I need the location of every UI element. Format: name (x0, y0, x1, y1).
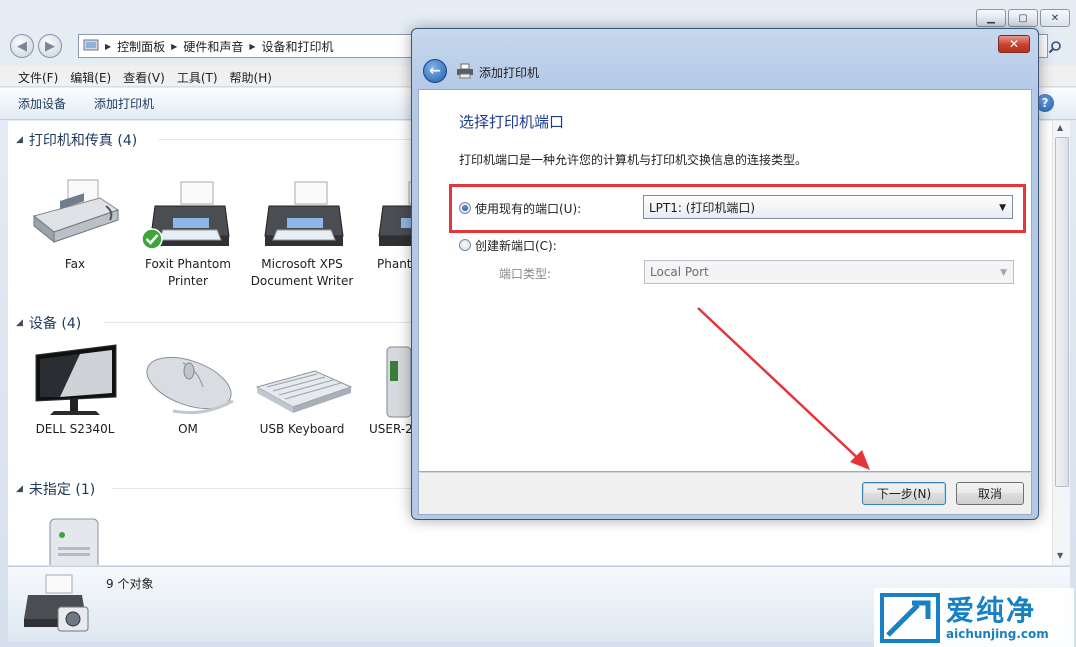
port-type-value: Local Port (650, 265, 709, 279)
red-arrow-annotation (697, 307, 870, 470)
menu-help[interactable]: 帮助(H) (224, 66, 278, 86)
dialog-title: 添加打印机 (479, 66, 540, 80)
maximize-button[interactable]: ▢ (1008, 9, 1038, 27)
device-item-phantom-ev[interactable]: Phanto to Ev (361, 176, 411, 273)
server-icon (20, 513, 130, 565)
breadcrumb-hardware-sound[interactable]: 硬件和声音 (183, 38, 243, 55)
create-new-port-radio[interactable] (459, 239, 471, 251)
watermark: 爱纯净 aichunjing.com (874, 588, 1074, 647)
existing-port-select[interactable]: LPT1: (打印机端口) ▼ (643, 195, 1013, 219)
menu-tools[interactable]: 工具(T) (171, 66, 224, 86)
device-item-dell-monitor[interactable]: DELL S2340L (20, 341, 130, 438)
menu-file[interactable]: 文件(F) (12, 66, 64, 86)
device-label: Foxit Phantom Printer (145, 257, 231, 288)
printer-icon (361, 176, 411, 256)
group-header-unspecified[interactable]: ◢ 未指定 (1) (16, 479, 95, 499)
device-label: USB Keyboard (259, 422, 345, 436)
control-panel-icon (83, 38, 99, 55)
collapse-triangle-icon: ◢ (16, 484, 23, 494)
mouse-icon (133, 341, 243, 421)
group-header-printers[interactable]: ◢ 打印机和传真 (4) (16, 130, 137, 150)
watermark-url: aichunjing.com (946, 626, 1049, 641)
breadcrumb-control-panel[interactable]: 控制面板 (117, 38, 165, 55)
group-divider (112, 488, 418, 489)
next-button[interactable]: 下一步(N) (862, 482, 946, 505)
printer-icon (133, 176, 243, 256)
chevron-down-icon: ▼ (1000, 268, 1007, 278)
add-printer-button[interactable]: 添加打印机 (94, 95, 154, 112)
device-item-usb-keyboard[interactable]: USB Keyboard (247, 341, 357, 438)
search-icon[interactable] (1044, 36, 1066, 58)
breadcrumb-separator: ▶ (105, 41, 112, 51)
scroll-up-arrow-icon[interactable]: ▲ (1057, 123, 1063, 132)
add-device-button[interactable]: 添加设备 (18, 95, 66, 112)
group-divider (104, 322, 418, 323)
create-new-port-label[interactable]: 创建新端口(C): (475, 237, 557, 254)
device-label: OM (178, 422, 198, 436)
devices-printers-icon (20, 571, 92, 637)
breadcrumb-devices-printers[interactable]: 设备和打印机 (262, 38, 334, 55)
back-arrow-icon[interactable]: ← (423, 59, 447, 83)
keyboard-icon (247, 341, 357, 421)
collapse-triangle-icon: ◢ (16, 318, 23, 328)
device-item-user-pc[interactable]: USER-2 (361, 341, 411, 438)
close-button[interactable]: ✕ (1040, 9, 1070, 27)
forward-button[interactable]: ▶ (38, 34, 62, 58)
device-label: Fax (64, 257, 86, 271)
chevron-down-icon: ▼ (999, 203, 1006, 213)
default-check-icon (141, 228, 163, 250)
group-divider (158, 139, 418, 140)
group-header-devices[interactable]: ◢ 设备 (4) (16, 313, 81, 333)
existing-port-value: LPT1: (打印机端口) (649, 200, 756, 215)
device-item-mouse[interactable]: OM (133, 341, 243, 438)
dialog-close-button[interactable]: ✕ (998, 35, 1030, 53)
device-label: DELL S2340L (35, 422, 115, 436)
use-existing-port-label[interactable]: 使用现有的端口(U): (475, 200, 581, 217)
breadcrumb-separator: ▶ (249, 41, 256, 51)
minimize-button[interactable]: ▁ (976, 9, 1006, 27)
page-description: 打印机端口是一种允许您的计算机与打印机交换信息的连接类型。 (459, 153, 808, 167)
breadcrumb-separator: ▶ (171, 41, 178, 51)
use-existing-port-radio[interactable] (459, 202, 471, 214)
computer-tower-icon (361, 341, 411, 421)
port-type-select: Local Port ▼ (644, 260, 1014, 284)
collapse-triangle-icon: ◢ (16, 135, 23, 145)
vertical-scrollbar[interactable]: ▲ ▼ (1052, 121, 1070, 565)
device-item-unspecified[interactable] (20, 513, 130, 565)
window-controls: ▁ ▢ ✕ (976, 9, 1070, 27)
device-label: Microsoft XPS Document Writer (250, 257, 354, 288)
fax-icon (20, 176, 130, 256)
menu-view[interactable]: 查看(V) (117, 66, 171, 86)
scroll-down-arrow-icon[interactable]: ▼ (1057, 551, 1063, 560)
watermark-logo-icon (880, 592, 940, 643)
watermark-brand: 爱纯净 (946, 593, 1037, 627)
printer-icon (456, 63, 474, 79)
device-item-foxit-phantom-printer[interactable]: Foxit Phantom Printer (133, 176, 243, 290)
printer-icon (247, 176, 357, 256)
cancel-button[interactable]: 取消 (956, 482, 1024, 505)
back-button[interactable]: ◀ (10, 34, 34, 58)
device-label: USER-2 (369, 422, 411, 436)
object-count: 9 个对象 (106, 577, 154, 591)
device-item-xps-writer[interactable]: Microsoft XPS Document Writer (247, 176, 357, 290)
menu-edit[interactable]: 编辑(E) (64, 66, 117, 86)
page-heading: 选择打印机端口 (459, 113, 565, 131)
device-item-fax[interactable]: Fax (20, 176, 130, 273)
monitor-icon (20, 341, 130, 421)
port-type-label: 端口类型: (499, 267, 552, 281)
scrollbar-thumb[interactable] (1055, 137, 1069, 487)
device-label: Phanto to Ev (377, 257, 411, 271)
